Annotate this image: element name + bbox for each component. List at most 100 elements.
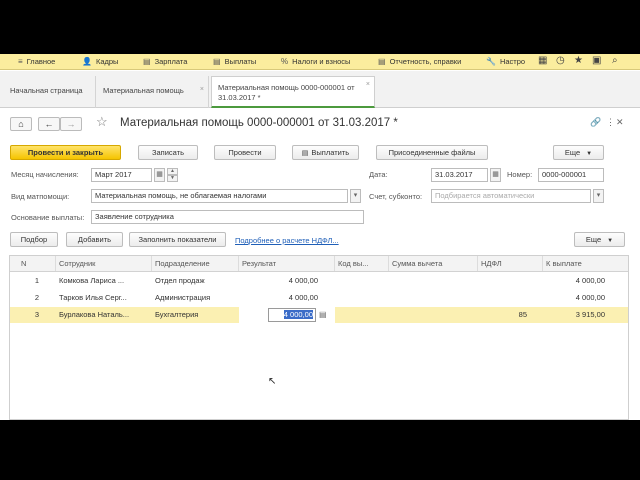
department-cell[interactable]: Администрация — [152, 290, 239, 306]
subconto-field[interactable]: Подбирается автоматически — [431, 189, 591, 203]
tab-material-aid-list[interactable]: Материальная помощь × — [97, 76, 209, 108]
ndfl-details-link[interactable]: Подробнее о расчете НДФЛ... — [235, 236, 339, 245]
month-up-button[interactable]: ▲ — [167, 168, 178, 175]
number-label: Номер: — [507, 170, 533, 179]
select-button[interactable]: Подбор — [10, 232, 58, 247]
pay-button[interactable]: ▤ Выплатить — [292, 145, 359, 160]
table-row[interactable]: 1 Комкова Лариса ... Отдел продаж 4 000,… — [10, 273, 628, 289]
more-label: Еще — [585, 235, 602, 244]
column-header[interactable]: Подразделение — [152, 256, 239, 271]
save-button[interactable]: Записать — [138, 145, 198, 160]
dropdown-icon[interactable]: ▾ — [350, 189, 361, 203]
date-field[interactable]: 31.03.2017 — [431, 168, 488, 182]
column-header[interactable]: Сумма вычета — [389, 256, 478, 271]
payout-cell[interactable]: 3 915,00 — [543, 307, 608, 323]
person-icon: 👤 — [82, 57, 92, 66]
fill-indicators-button[interactable]: Заполнить показатели — [129, 232, 226, 247]
menu-settings[interactable]: 🔧 Настро — [486, 54, 525, 70]
menu-label: Выплаты — [224, 57, 257, 66]
open-tabs-bar: Начальная страница Материальная помощь × … — [0, 71, 640, 108]
close-icon[interactable]: × — [366, 80, 370, 90]
table-more-button[interactable]: Еще ▼ — [574, 232, 625, 247]
column-header[interactable]: Сотрудник — [56, 256, 152, 271]
close-icon[interactable]: ✕ — [616, 117, 624, 128]
dropdown-icon[interactable]: ▾ — [593, 189, 604, 203]
employee-cell[interactable]: Тарков Илья Серг... — [56, 290, 152, 306]
month-field[interactable]: Март 2017 — [91, 168, 152, 182]
menu-label: Кадры — [95, 57, 119, 66]
row-number: 2 — [34, 293, 39, 302]
panel-icon[interactable]: ▣ — [592, 55, 601, 66]
department-cell[interactable]: Отдел продаж — [152, 273, 239, 289]
salary-icon: ▤ — [143, 57, 151, 66]
tab-material-aid-doc[interactable]: Материальная помощь 0000-000001 от 31.03… — [211, 76, 375, 108]
back-button[interactable]: ← — [38, 117, 60, 131]
arrow-right-icon: → — [66, 119, 76, 129]
menu-icon: ≡ — [18, 57, 23, 66]
pay-button-label: Выплатить — [311, 148, 350, 157]
ndfl-cell[interactable]: 85 — [478, 307, 530, 323]
more-label: Еще — [564, 148, 581, 157]
mouse-cursor-icon: ↖ — [268, 376, 277, 387]
history-icon[interactable]: ◷ — [556, 55, 565, 66]
basis-field[interactable]: Заявление сотрудника — [91, 210, 364, 224]
department-cell[interactable]: Бухгалтерия — [152, 307, 239, 323]
employee-cell[interactable]: Комкова Лариса ... — [56, 273, 152, 289]
number-field[interactable]: 0000-000001 — [538, 168, 604, 182]
column-header[interactable]: N — [10, 256, 56, 271]
reports-icon: ▤ — [378, 57, 386, 66]
attached-files-button[interactable]: Присоединенные файлы — [376, 145, 488, 160]
menu-label: Отчетность, справки — [389, 57, 462, 66]
post-and-close-button[interactable]: Провести и закрыть — [10, 145, 121, 160]
calculator-icon[interactable]: ▤ — [319, 310, 327, 319]
table-row[interactable]: 2 Тарков Илья Серг... Администрация 4 00… — [10, 290, 628, 306]
result-cell[interactable]: 4 000,00 — [239, 273, 321, 289]
menu-reports[interactable]: ▤ Отчетность, справки — [378, 54, 461, 70]
percent-icon: % — [281, 57, 289, 66]
star-icon[interactable]: ★ — [574, 55, 583, 66]
close-icon[interactable]: × — [200, 79, 204, 101]
column-header[interactable]: К выплате — [543, 256, 628, 271]
table-row-selected[interactable]: 3 Бурлакова Наталь... Бухгалтерия 4 000,… — [10, 307, 628, 323]
payout-cell[interactable]: 4 000,00 — [543, 273, 608, 289]
result-cell[interactable]: 4 000,00 — [239, 290, 321, 306]
aid-type-field[interactable]: Материальная помощь, не облагаемая налог… — [91, 189, 348, 203]
payments-icon: ▤ — [213, 57, 221, 66]
pay-icon: ▤ — [301, 150, 309, 157]
table-header: N Сотрудник Подразделение Результат Код … — [10, 256, 628, 272]
more-button[interactable]: Еще ▼ — [553, 145, 604, 160]
calendar-icon[interactable]: ▦ — [490, 168, 501, 182]
page-title: Материальная помощь 0000-000001 от 31.03… — [120, 117, 398, 129]
forward-button[interactable]: → — [60, 117, 82, 131]
month-down-button[interactable]: ▼ — [167, 175, 178, 182]
column-header[interactable]: НДФЛ — [478, 256, 543, 271]
menu-taxes[interactable]: % Налоги и взносы — [281, 54, 350, 70]
ndfl-cell[interactable] — [478, 273, 530, 289]
tab-home[interactable]: Начальная страница — [4, 76, 96, 108]
column-header[interactable]: Код вы... — [335, 256, 389, 271]
column-header[interactable]: Результат — [239, 256, 335, 271]
favorite-star-icon[interactable]: ☆ — [96, 114, 108, 130]
menu-label: Настро — [499, 57, 526, 66]
tab-label: Материальная помощь 0000-000001 от 31.03… — [218, 83, 355, 102]
ndfl-cell[interactable] — [478, 290, 530, 306]
more-vertical-icon[interactable]: ⋮ — [606, 117, 615, 128]
home-button[interactable]: ⌂ — [10, 117, 32, 131]
employees-table: N Сотрудник Подразделение Результат Код … — [9, 255, 629, 420]
result-cell-input[interactable]: 4 000,00 — [268, 308, 316, 322]
menu-payments[interactable]: ▤ Выплаты — [213, 54, 256, 70]
payout-cell[interactable]: 4 000,00 — [543, 290, 608, 306]
employee-cell[interactable]: Бурлакова Наталь... — [56, 307, 152, 323]
menu-main[interactable]: ≡ Главное — [18, 54, 55, 70]
calendar-icon[interactable]: ▦ — [154, 168, 165, 182]
apps-grid-icon[interactable]: ▦ — [538, 55, 547, 66]
tab-label: Начальная страница — [10, 86, 83, 95]
add-button[interactable]: Добавить — [66, 232, 123, 247]
link-icon[interactable]: 🔗 — [590, 117, 601, 128]
post-button[interactable]: Провести — [214, 145, 276, 160]
date-label: Дата: — [369, 170, 388, 179]
menu-salary[interactable]: ▤ Зарплата — [143, 54, 187, 70]
menu-label: Главное — [26, 57, 56, 66]
menu-personnel[interactable]: 👤 Кадры — [82, 54, 118, 70]
search-icon[interactable]: ⌕ — [612, 55, 618, 66]
